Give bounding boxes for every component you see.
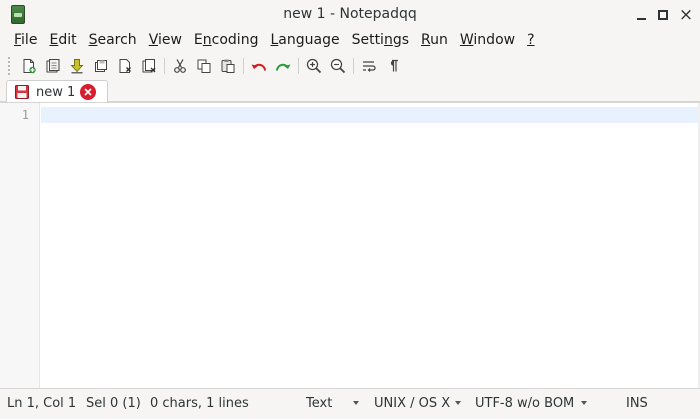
reload-icon: [70, 59, 84, 74]
save-button[interactable]: [89, 55, 113, 77]
show-all-chars-icon: [390, 59, 398, 72]
tab-close-button[interactable]: [80, 84, 96, 100]
status-bar: Ln 1, Col 1 Sel 0 (1) 0 chars, 1 lines T…: [0, 388, 700, 419]
menu-edit[interactable]: Edit: [43, 30, 82, 51]
cut-icon: [174, 59, 186, 73]
menu-language[interactable]: Language: [264, 30, 345, 51]
current-line-highlight: [41, 107, 700, 123]
open-file-icon: [46, 59, 60, 73]
paste-button[interactable]: [216, 55, 240, 77]
open-file-button[interactable]: [41, 55, 65, 77]
title-bar: new 1 - Notepadqq ×: [0, 0, 700, 30]
toolbar-separator: [164, 58, 165, 74]
eol-selector[interactable]: UNIX / OS X: [374, 396, 450, 411]
save-icon: [95, 60, 107, 72]
line-number-gutter: 1: [0, 103, 40, 388]
toolbar-grip[interactable]: [8, 57, 12, 75]
window-title: new 1 - Notepadqq: [283, 6, 417, 22]
show-all-chars-button[interactable]: [381, 55, 405, 77]
selection-info: Sel 0 (1): [86, 396, 141, 411]
word-wrap-button[interactable]: [357, 55, 381, 77]
chevron-down-icon: [455, 401, 461, 405]
minimize-button[interactable]: [632, 6, 650, 24]
undo-icon: [251, 63, 266, 71]
close-all-button[interactable]: [137, 55, 161, 77]
text-editor[interactable]: 1: [0, 102, 700, 388]
menu-help[interactable]: ?: [521, 30, 540, 51]
toolbar-separator: [243, 58, 244, 74]
chevron-down-icon: [353, 401, 359, 405]
new-file-button[interactable]: [17, 55, 41, 77]
close-icon: [84, 88, 92, 96]
language-selector[interactable]: Text: [306, 396, 332, 411]
menu-view[interactable]: View: [143, 30, 188, 51]
tab-label: new 1: [36, 84, 76, 100]
insert-mode-indicator[interactable]: INS: [626, 396, 648, 411]
close-file-button[interactable]: [113, 55, 137, 77]
zoom-in-button[interactable]: [302, 55, 326, 77]
word-wrap-icon: [363, 61, 376, 72]
reload-button[interactable]: [65, 55, 89, 77]
cut-button[interactable]: [168, 55, 192, 77]
tab-new-1[interactable]: new 1: [6, 80, 108, 103]
maximize-icon: [658, 10, 668, 20]
copy-icon: [197, 59, 211, 73]
zoom-out-icon: [330, 58, 346, 74]
toolbar-separator: [298, 58, 299, 74]
toolbar-separator: [353, 58, 354, 74]
main-toolbar: [0, 53, 700, 79]
menu-file[interactable]: File: [8, 30, 43, 51]
unsaved-file-icon: [15, 85, 29, 99]
document-counts: 0 chars, 1 lines: [150, 396, 249, 411]
zoom-in-icon: [306, 58, 322, 74]
zoom-out-button[interactable]: [326, 55, 350, 77]
menu-settings[interactable]: Settings: [346, 30, 415, 51]
chevron-down-icon: [581, 401, 587, 405]
close-icon: ×: [678, 5, 694, 25]
tab-bar: new 1: [0, 80, 700, 103]
redo-icon: [276, 63, 291, 71]
copy-button[interactable]: [192, 55, 216, 77]
undo-button[interactable]: [247, 55, 271, 77]
close-window-button[interactable]: ×: [677, 5, 695, 25]
menu-run[interactable]: Run: [415, 30, 454, 51]
menu-bar: File Edit Search View Encoding Language …: [0, 30, 700, 51]
cursor-position: Ln 1, Col 1: [7, 396, 77, 411]
encoding-selector[interactable]: UTF-8 w/o BOM: [475, 396, 574, 411]
minimize-icon: [636, 18, 646, 20]
new-file-icon: [23, 59, 36, 74]
maximize-button[interactable]: [654, 6, 672, 24]
redo-button[interactable]: [271, 55, 295, 77]
menu-search[interactable]: Search: [83, 30, 143, 51]
menu-window[interactable]: Window: [454, 30, 521, 51]
menu-encoding[interactable]: Encoding: [188, 30, 265, 51]
line-number: 1: [21, 108, 29, 122]
paste-icon: [221, 59, 235, 73]
close-all-icon: [142, 59, 156, 73]
close-file-icon: [119, 59, 131, 73]
